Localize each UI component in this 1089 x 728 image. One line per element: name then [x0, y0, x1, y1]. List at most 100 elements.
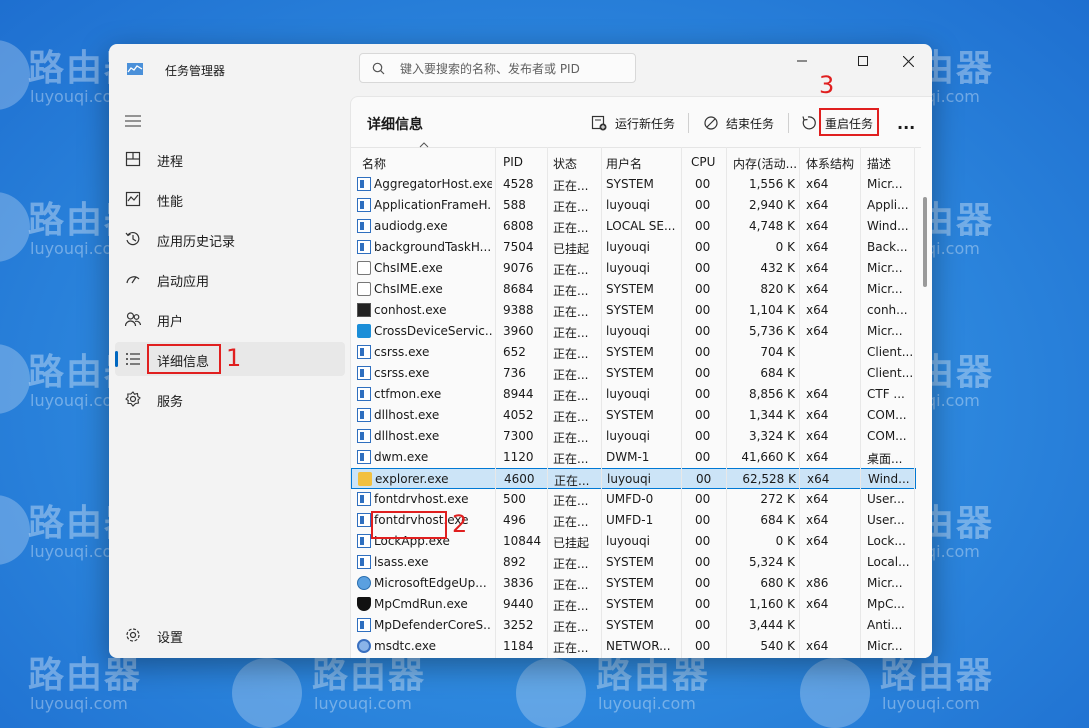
- column-divider: [601, 147, 602, 658]
- vertical-scrollbar[interactable]: [923, 197, 927, 287]
- table-row[interactable]: MpDefenderCoreS... 3252 正在... SYSTEM 00 3,444…: [351, 615, 916, 636]
- cell-cpu: 00: [696, 472, 712, 486]
- table-row[interactable]: msdtc.exe 1184 正在... NETWOR... 00 540 K x64 Mic…: [351, 636, 916, 657]
- table-row[interactable]: backgroundTaskH... 7504 已挂起 luyouqi 00 0 K x64…: [351, 237, 916, 258]
- toolbar-divider: [688, 113, 689, 133]
- cell-mem: 0 K: [775, 240, 795, 254]
- table-row[interactable]: ApplicationFrameH... 588 正在... luyouqi 00 2,9…: [351, 195, 916, 216]
- cell-user: SYSTEM: [606, 597, 654, 611]
- cell-mem: 62,528 K: [742, 472, 796, 486]
- sidebar-item-settings[interactable]: 设置: [115, 618, 345, 652]
- column-header-status[interactable]: 状态: [553, 155, 577, 172]
- cell-user: luyouqi: [606, 429, 650, 443]
- cross-process-icon: [357, 324, 371, 338]
- cell-name: ChsIME.exe: [374, 282, 443, 296]
- sidebar-item-label: 性能: [157, 195, 184, 210]
- annotation-box-1: [147, 344, 221, 374]
- watermark-logo-icon: [516, 658, 586, 728]
- cell-user: SYSTEM: [606, 618, 654, 632]
- sidebar-item-app-history[interactable]: 应用历史记录: [115, 222, 345, 256]
- cell-desc: COM...: [867, 429, 907, 443]
- cell-cpu: 00: [695, 597, 711, 611]
- table-row[interactable]: csrss.exe 736 正在... SYSTEM 00 684 K Client...: [351, 363, 916, 384]
- sidebar-item-label: 设置: [157, 631, 184, 646]
- cell-status: 正在...: [553, 284, 589, 298]
- ime-process-icon: [357, 282, 371, 296]
- cell-cpu: 00: [695, 261, 711, 275]
- search-box[interactable]: [359, 53, 636, 83]
- table-row[interactable]: dllhost.exe 7300 正在... luyouqi 00 3,324 K x64 C…: [351, 426, 916, 447]
- column-header-cpu[interactable]: CPU: [691, 155, 715, 169]
- table-row[interactable]: AggregatorHost.exe 4528 正在... SYSTEM 00 1,556…: [351, 174, 916, 195]
- users-icon: [125, 312, 141, 327]
- cell-pid: 1184: [503, 639, 534, 653]
- cell-status: 正在...: [553, 494, 589, 508]
- cell-desc: Wind...: [867, 219, 909, 233]
- maximize-button[interactable]: [850, 52, 876, 70]
- table-row[interactable]: explorer.exe 4600 正在... luyouqi 00 62,528 K x6…: [351, 468, 916, 489]
- cell-name: MicrosoftEdgeUp...: [374, 576, 487, 590]
- cell-cpu: 00: [695, 366, 711, 380]
- sidebar-item-users[interactable]: 用户: [115, 302, 345, 336]
- cell-name: ChsIME.exe: [374, 261, 443, 275]
- cell-mem: 0 K: [775, 534, 795, 548]
- hamburger-menu-button[interactable]: [125, 112, 141, 131]
- annotation-number-2: 2: [452, 510, 468, 538]
- cell-user: luyouqi: [606, 240, 650, 254]
- cell-pid: 3836: [503, 576, 534, 590]
- cell-mem: 1,104 K: [748, 303, 795, 317]
- ime-process-icon: [357, 261, 371, 275]
- annotation-number-3: 3: [819, 71, 835, 99]
- cell-cpu: 00: [695, 513, 711, 527]
- sidebar-item-startup[interactable]: 启动应用: [115, 262, 345, 296]
- table-row[interactable]: ChsIME.exe 8684 正在... SYSTEM 00 820 K x64 Micr.…: [351, 279, 916, 300]
- table-row[interactable]: conhost.exe 9388 正在... SYSTEM 00 1,104 K x64 co…: [351, 300, 916, 321]
- close-button[interactable]: [895, 52, 921, 70]
- end-task-button[interactable]: 结束任务: [704, 109, 774, 137]
- sidebar-item-processes[interactable]: 进程: [115, 142, 345, 176]
- table-row[interactable]: ctfmon.exe 8944 正在... luyouqi 00 8,856 K x64 CT…: [351, 384, 916, 405]
- cell-arch: x64: [806, 387, 829, 401]
- cell-status: 正在...: [553, 326, 589, 340]
- sidebar-item-performance[interactable]: 性能: [115, 182, 345, 216]
- table-row[interactable]: MpCmdRun.exe 9440 正在... SYSTEM 00 1,160 K x64 M…: [351, 594, 916, 615]
- sidebar-item-services[interactable]: 服务: [115, 382, 345, 416]
- cell-user: luyouqi: [607, 472, 651, 486]
- column-header-pid[interactable]: PID: [503, 155, 523, 169]
- minimize-button[interactable]: [789, 52, 815, 70]
- table-row[interactable]: ChsIME.exe 9076 正在... luyouqi 00 432 K x64 Micr…: [351, 258, 916, 279]
- table-row[interactable]: lsass.exe 892 正在... SYSTEM 00 5,324 K Local...: [351, 552, 916, 573]
- table-row[interactable]: MicrosoftEdgeUp... 3836 正在... SYSTEM 00 680 K…: [351, 573, 916, 594]
- more-options-button[interactable]: ...: [897, 109, 915, 137]
- cell-desc: MpC...: [867, 597, 905, 611]
- cell-user: SYSTEM: [606, 408, 654, 422]
- annotation-box-2: [371, 511, 447, 539]
- cell-desc: Micr...: [867, 282, 903, 296]
- cell-user: luyouqi: [606, 324, 650, 338]
- cell-name: conhost.exe: [374, 303, 447, 317]
- run-new-task-button[interactable]: 运行新任务: [591, 109, 675, 137]
- table-row[interactable]: dwm.exe 1120 正在... DWM-1 00 41,660 K x64 桌面...: [351, 447, 916, 468]
- watermark: 路由器luyouqi.com: [28, 657, 142, 713]
- watermark-logo-icon: [0, 344, 30, 414]
- table-row[interactable]: audiodg.exe 6808 正在... LOCAL SE... 00 4,748 K…: [351, 216, 916, 237]
- cell-status: 正在...: [553, 452, 589, 466]
- column-divider: [547, 147, 548, 658]
- table-row[interactable]: dllhost.exe 4052 正在... SYSTEM 00 1,344 K x64 CO…: [351, 405, 916, 426]
- column-header-name[interactable]: 名称: [362, 155, 386, 172]
- table-row[interactable]: CrossDeviceServic... 3960 正在... luyouqi 00 5,…: [351, 321, 916, 342]
- app-process-icon: [357, 345, 371, 359]
- cell-arch: x64: [806, 513, 829, 527]
- column-header-architecture[interactable]: 体系结构: [806, 155, 854, 172]
- column-header-description[interactable]: 描述: [867, 155, 891, 172]
- column-header-username[interactable]: 用户名: [606, 155, 642, 172]
- column-header-memory[interactable]: 内存(活动...: [733, 155, 799, 172]
- cell-pid: 1120: [503, 450, 534, 464]
- cell-status: 正在...: [553, 179, 589, 193]
- table-row[interactable]: csrss.exe 652 正在... SYSTEM 00 704 K Client...: [351, 342, 916, 363]
- sidebar-item-label: 进程: [157, 155, 184, 170]
- app-process-icon: [357, 198, 371, 212]
- cell-desc: User...: [867, 492, 905, 506]
- table-row[interactable]: fontdrvhost.exe 500 正在... UMFD-0 00 272 K x64 U…: [351, 489, 916, 510]
- search-input[interactable]: [398, 59, 632, 79]
